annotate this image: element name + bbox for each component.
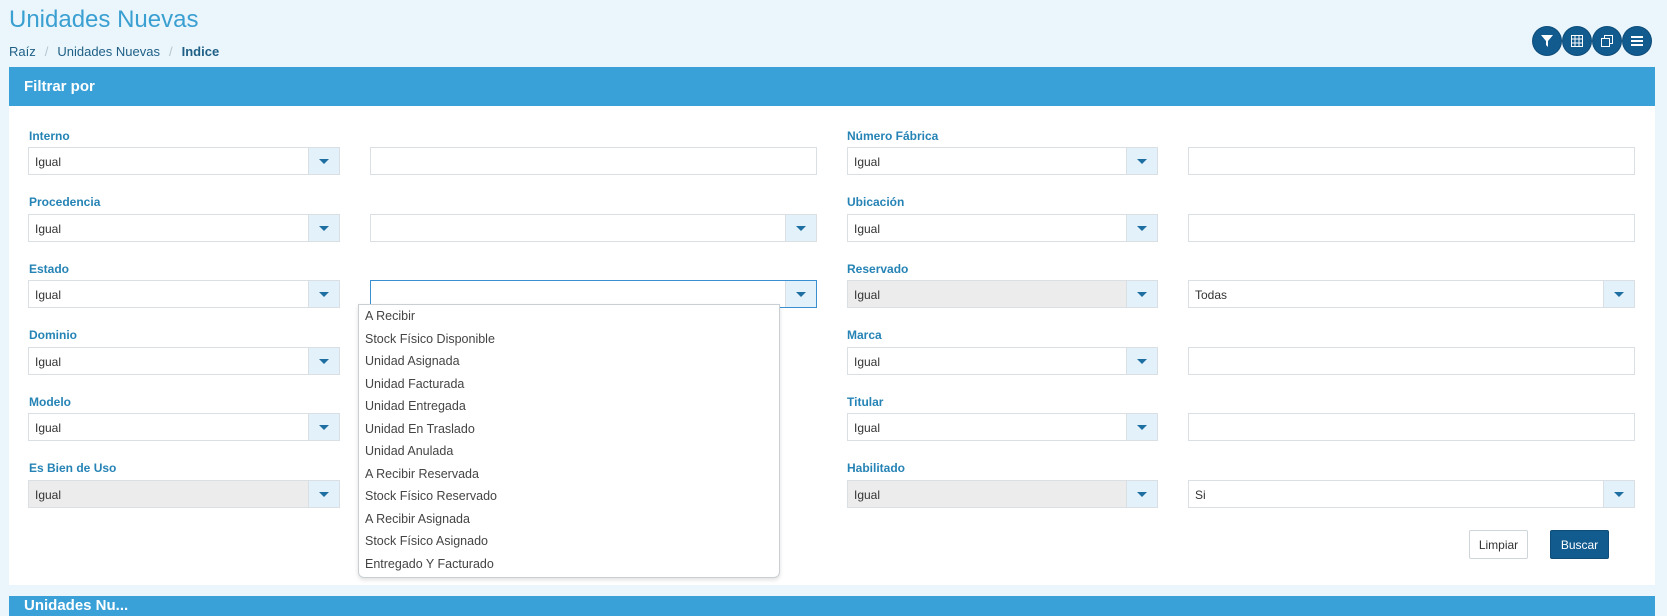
results-panel-header: Unidades Nu... [9,596,1655,616]
habilitado-operator-value: Igual [854,488,881,502]
procedencia-value-select[interactable] [370,214,817,242]
numero-fabrica-operator-select[interactable]: Igual [847,147,1158,175]
chevron-down-icon[interactable] [785,281,816,307]
ubicacion-operator-value: Igual [854,222,881,236]
reservado-value: Todas [1195,288,1228,302]
breadcrumb-unidades-nuevas[interactable]: Unidades Nuevas [57,44,160,59]
dominio-operator-value: Igual [35,355,62,369]
chevron-down-icon[interactable] [308,148,339,174]
chevron-down-icon [308,481,339,507]
dropdown-option[interactable]: Unidad Facturada [359,373,779,396]
filter-panel-title: Filtrar por [9,67,1655,106]
numero-fabrica-operator-value: Igual [854,155,881,169]
dropdown-option[interactable]: Stock Físico Reservado [359,485,779,508]
procedencia-label: Procedencia [29,195,101,209]
filter-button[interactable] [1533,27,1561,55]
chevron-down-icon[interactable] [308,414,339,440]
ubicacion-label: Ubicación [847,195,905,209]
dropdown-option[interactable]: A Recibir [359,305,779,328]
toolbar [1533,27,1651,55]
modelo-operator-select[interactable]: Igual [28,413,340,441]
chevron-down-icon[interactable] [1126,148,1157,174]
ubicacion-operator-select[interactable]: Igual [847,214,1158,242]
reservado-operator-value: Igual [854,288,881,302]
dropdown-option[interactable]: Unidad En Traslado [359,418,779,441]
chevron-down-icon[interactable] [308,348,339,374]
dominio-operator-select[interactable]: Igual [28,347,340,375]
estado-label: Estado [29,262,70,276]
es-bien-de-uso-label: Es Bien de Uso [29,461,117,475]
dominio-label: Dominio [29,328,77,342]
es-bien-de-uso-operator-select: Igual [28,480,340,508]
filter-icon [1541,35,1553,47]
chevron-down-icon [1126,481,1157,507]
reservado-label: Reservado [847,262,909,276]
breadcrumb-current: Indice [181,44,220,59]
numero-fabrica-value-input[interactable] [1188,147,1635,175]
interno-operator-value: Igual [35,155,62,169]
titular-operator-value: Igual [854,421,881,435]
table-icon [1571,35,1583,47]
habilitado-label: Habilitado [847,461,906,475]
marca-operator-select[interactable]: Igual [847,347,1158,375]
clear-button[interactable]: Limpiar [1469,530,1528,559]
dropdown-option[interactable]: Unidad Entregada [359,395,779,418]
modelo-operator-value: Igual [35,421,62,435]
copy-icon [1601,35,1613,47]
chevron-down-icon[interactable] [1126,414,1157,440]
interno-label: Interno [29,129,70,143]
numero-fabrica-label: Número Fábrica [847,129,939,143]
habilitado-value-select[interactable]: Si [1188,480,1635,508]
chevron-down-icon[interactable] [308,215,339,241]
estado-operator-select[interactable]: Igual [28,280,340,308]
habilitado-value: Si [1195,488,1206,502]
menu-icon [1631,36,1643,46]
table-view-button[interactable] [1563,27,1591,55]
chevron-down-icon[interactable] [1126,215,1157,241]
es-bien-de-uso-operator-value: Igual [35,488,62,502]
estado-operator-value: Igual [35,288,62,302]
titular-label: Titular [847,395,884,409]
titular-operator-select[interactable]: Igual [847,413,1158,441]
chevron-down-icon[interactable] [1126,348,1157,374]
chevron-down-icon[interactable] [785,215,816,241]
chevron-down-icon[interactable] [1603,281,1634,307]
dropdown-option[interactable]: Unidad Asignada [359,350,779,373]
marca-label: Marca [847,328,882,342]
dropdown-option[interactable]: Entregado Y Facturado [359,553,779,576]
page-title: Unidades Nuevas [9,6,199,33]
interno-value-input[interactable] [370,147,817,175]
marca-operator-value: Igual [854,355,881,369]
dropdown-option[interactable]: Unidad Anulada [359,440,779,463]
dropdown-option[interactable]: A Recibir Asignada [359,508,779,531]
copy-button[interactable] [1593,27,1621,55]
dropdown-option[interactable]: A Recibir Reservada [359,463,779,486]
interno-operator-select[interactable]: Igual [28,147,340,175]
reservado-value-select[interactable]: Todas [1188,280,1635,308]
procedencia-operator-select[interactable]: Igual [28,214,340,242]
ubicacion-value-input[interactable] [1188,214,1635,242]
titular-value-input[interactable] [1188,413,1635,441]
chevron-down-icon[interactable] [308,281,339,307]
search-button[interactable]: Buscar [1550,530,1609,559]
modelo-label: Modelo [29,395,71,409]
reservado-operator-select: Igual [847,280,1158,308]
dropdown-option[interactable]: Stock Físico Disponible [359,328,779,351]
procedencia-operator-value: Igual [35,222,62,236]
marca-value-input[interactable] [1188,347,1635,375]
dropdown-option[interactable]: Stock Físico Asignado [359,530,779,553]
chevron-down-icon[interactable] [1603,481,1634,507]
habilitado-operator-select: Igual [847,480,1158,508]
chevron-down-icon [1126,281,1157,307]
menu-button[interactable] [1623,27,1651,55]
breadcrumb: Raíz / Unidades Nuevas / Indice [9,44,219,59]
breadcrumb-separator: / [44,44,49,59]
estado-dropdown-list: A Recibir Stock Físico Disponible Unidad… [358,304,780,578]
breadcrumb-root[interactable]: Raíz [9,44,36,59]
breadcrumb-separator: / [168,44,173,59]
